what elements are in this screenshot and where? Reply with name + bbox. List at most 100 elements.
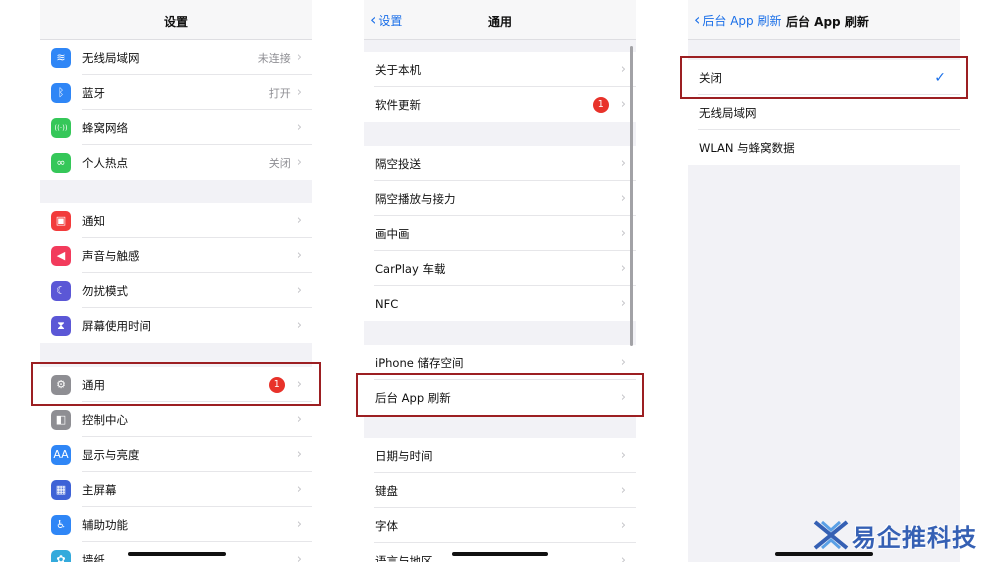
- general-panel: ‹ 设置 通用 关于本机 › 软件更新 1 › 隔空投送 › 隔空播放与接力 › 画中画 › Car…: [364, 0, 636, 562]
- refresh-navbar: ‹ 后台 App 刷新 后台 App 刷新: [688, 0, 960, 40]
- cellular-icon: ((·)): [51, 117, 71, 138]
- chevron-right-icon: ›: [620, 97, 626, 112]
- list-item-value: 打开: [268, 86, 291, 100]
- page-title: 设置: [163, 15, 188, 29]
- list-item[interactable]: ≋ 无线局域网 未连接 ›: [40, 40, 312, 75]
- list-item-label: 画中画: [375, 226, 410, 241]
- list-item[interactable]: NFC ›: [364, 286, 636, 321]
- settings-panel: 设置 ≋ 无线局域网 未连接 › ᛒ 蓝牙 打开 › ((·)) 蜂窝网络 › ∞ 个人热点 关闭 › ▣ 通…: [40, 0, 312, 562]
- wallpaper-icon: ✿: [51, 549, 71, 562]
- list-item-label: CarPlay 车载: [375, 261, 446, 276]
- list-item-label: 辅助功能: [82, 517, 128, 532]
- list-item[interactable]: ▣ 通知 ›: [40, 203, 312, 238]
- list-item-label: 蓝牙: [82, 85, 105, 100]
- list-item-label: NFC: [375, 296, 399, 311]
- chevron-left-icon: ‹: [694, 9, 701, 29]
- scrollbar[interactable]: [630, 46, 633, 346]
- chevron-right-icon: ›: [296, 447, 302, 462]
- list-item[interactable]: 键盘 ›: [364, 473, 636, 508]
- chevron-right-icon: ›: [296, 552, 302, 562]
- home-screen-icon: ▦: [51, 479, 71, 500]
- list-item[interactable]: ∞ 个人热点 关闭 ›: [40, 145, 312, 180]
- list-item[interactable]: ♿ 辅助功能 ›: [40, 507, 312, 542]
- chevron-right-icon: ›: [296, 120, 302, 135]
- do-not-disturb-icon: ☾: [51, 280, 71, 301]
- watermark-logo-icon: [813, 520, 849, 550]
- list-item-label: 通知: [82, 213, 105, 228]
- list-item[interactable]: WLAN 与蜂窝数据: [688, 130, 960, 165]
- back-button[interactable]: ‹ 后台 App 刷新: [694, 9, 782, 29]
- list-item[interactable]: CarPlay 车载 ›: [364, 251, 636, 286]
- home-indicator: [128, 552, 226, 556]
- list-item-label: 主屏幕: [82, 482, 117, 497]
- list-item-label: 关于本机: [375, 62, 421, 77]
- list-item[interactable]: ⧗ 屏幕使用时间 ›: [40, 308, 312, 343]
- settings-navbar: 设置: [40, 0, 312, 40]
- page-title: 通用: [487, 15, 512, 29]
- list-item-label: 无线局域网: [82, 50, 140, 65]
- sounds-icon: ◀: [51, 245, 71, 266]
- screen-time-icon: ⧗: [51, 315, 71, 336]
- chevron-right-icon: ›: [296, 213, 302, 228]
- list-item-label: iPhone 储存空间: [375, 355, 464, 370]
- list-item-value: 未连接: [257, 51, 291, 65]
- bluetooth-icon: ᛒ: [51, 82, 71, 103]
- watermark: 易企推科技: [812, 517, 998, 553]
- chevron-right-icon: ›: [296, 50, 302, 65]
- back-label: 后台 App 刷新: [702, 14, 782, 28]
- list-item[interactable]: 关于本机 ›: [364, 52, 636, 87]
- list-item-label: 键盘: [375, 483, 398, 498]
- list-item[interactable]: 隔空播放与接力 ›: [364, 181, 636, 216]
- list-item[interactable]: ▦ 主屏幕 ›: [40, 472, 312, 507]
- control-center-icon: ◧: [51, 409, 71, 430]
- list-item[interactable]: ☾ 勿扰模式 ›: [40, 273, 312, 308]
- accessibility-icon: ♿: [51, 514, 71, 535]
- general-group-airdrop: 隔空投送 › 隔空播放与接力 › 画中画 › CarPlay 车载 › NFC ›: [364, 146, 636, 321]
- list-item[interactable]: 日期与时间 ›: [364, 438, 636, 473]
- list-item[interactable]: 软件更新 1 ›: [364, 87, 636, 122]
- chevron-right-icon: ›: [620, 261, 626, 276]
- highlight-off-option: [680, 56, 968, 99]
- highlight-general: [31, 362, 321, 406]
- notifications-icon: ▣: [51, 210, 71, 231]
- settings-group-connectivity: ≋ 无线局域网 未连接 › ᛒ 蓝牙 打开 › ((·)) 蜂窝网络 › ∞ 个人热点 关闭 ›: [40, 40, 312, 180]
- chevron-right-icon: ›: [296, 85, 302, 100]
- chevron-right-icon: ›: [620, 518, 626, 533]
- chevron-right-icon: ›: [296, 248, 302, 263]
- settings-group-notifications: ▣ 通知 › ◀ 声音与触感 › ☾ 勿扰模式 › ⧗ 屏幕使用时间 ›: [40, 203, 312, 343]
- chevron-right-icon: ›: [296, 482, 302, 497]
- chevron-right-icon: ›: [620, 296, 626, 311]
- display-icon: AA: [51, 444, 71, 465]
- chevron-right-icon: ›: [296, 283, 302, 298]
- chevron-right-icon: ›: [296, 318, 302, 333]
- chevron-right-icon: ›: [620, 448, 626, 463]
- chevron-right-icon: ›: [620, 156, 626, 171]
- list-item[interactable]: 字体 ›: [364, 508, 636, 543]
- list-item-label: 无线局域网: [699, 105, 757, 120]
- list-item[interactable]: ᛒ 蓝牙 打开 ›: [40, 75, 312, 110]
- list-item-label: 软件更新: [375, 97, 421, 112]
- list-item-label: 控制中心: [82, 412, 128, 427]
- chevron-right-icon: ›: [620, 483, 626, 498]
- chevron-right-icon: ›: [620, 226, 626, 241]
- list-item[interactable]: 隔空投送 ›: [364, 146, 636, 181]
- chevron-right-icon: ›: [620, 553, 626, 562]
- list-item-label: 隔空播放与接力: [375, 191, 456, 206]
- list-item[interactable]: AA 显示与亮度 ›: [40, 437, 312, 472]
- list-item-label: 个人热点: [82, 155, 128, 170]
- list-item-label: WLAN 与蜂窝数据: [699, 140, 795, 155]
- list-item[interactable]: ◧ 控制中心 ›: [40, 402, 312, 437]
- list-item[interactable]: 画中画 ›: [364, 216, 636, 251]
- list-item-label: 隔空投送: [375, 156, 421, 171]
- list-item-value: 关闭: [268, 156, 291, 170]
- general-group-date: 日期与时间 › 键盘 › 字体 › 语言与地区 ›: [364, 438, 636, 562]
- list-item-label: 蜂窝网络: [82, 120, 128, 135]
- list-item[interactable]: ((·)) 蜂窝网络 ›: [40, 110, 312, 145]
- page-title: 后台 App 刷新: [786, 15, 869, 29]
- chevron-right-icon: ›: [620, 355, 626, 370]
- notification-badge: 1: [592, 96, 609, 113]
- list-item[interactable]: 无线局域网: [688, 95, 960, 130]
- list-item[interactable]: ◀ 声音与触感 ›: [40, 238, 312, 273]
- chevron-right-icon: ›: [296, 155, 302, 170]
- list-item-label: 声音与触感: [82, 248, 140, 263]
